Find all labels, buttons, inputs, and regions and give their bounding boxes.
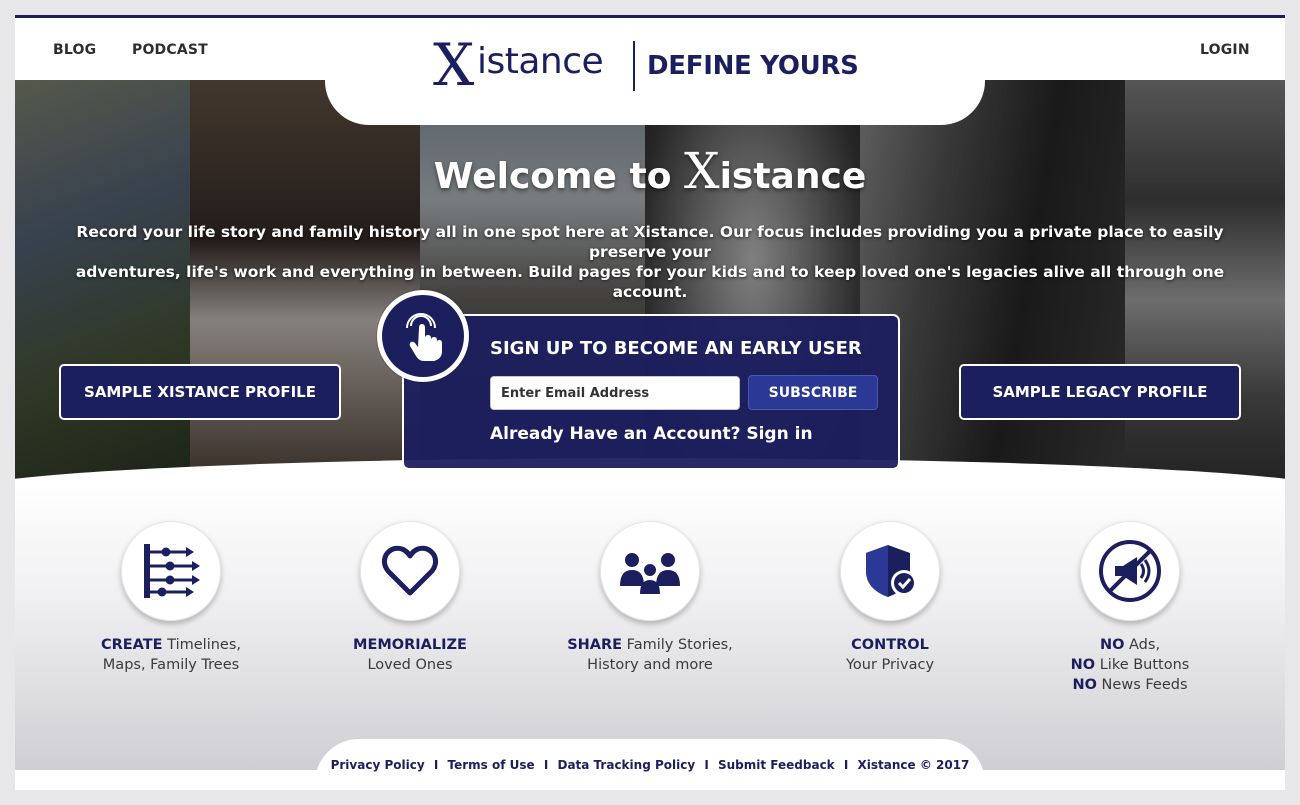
copyright: Xistance © 2017 xyxy=(857,758,970,772)
welcome-prefix: Welcome to xyxy=(433,156,684,197)
no-ads-icon xyxy=(1099,540,1161,602)
welcome-word: istance xyxy=(719,156,867,197)
signup-panel: SIGN UP TO BECOME AN EARLY USER SUBSCRIB… xyxy=(402,314,900,470)
privacy-shield-icon xyxy=(866,545,917,597)
sample-legacy-profile-button[interactable]: SAMPLE LEGACY PROFILE xyxy=(959,364,1241,420)
footer-separator: I xyxy=(433,758,439,772)
nav-login[interactable]: LOGIN xyxy=(1200,42,1250,58)
sample-xistance-profile-button[interactable]: SAMPLE XISTANCE PROFILE xyxy=(59,364,341,420)
tap-hand-icon xyxy=(382,295,464,377)
feature-create: CREATE Timelines, Maps, Family Trees xyxy=(51,521,291,675)
logo-mark: X xyxy=(433,31,475,99)
sign-in-link[interactable]: Already Have an Account? Sign in xyxy=(490,424,813,444)
data-tracking-policy-link[interactable]: Data Tracking Policy xyxy=(557,758,695,772)
intro-line-2: adventures, life's work and everything i… xyxy=(75,263,1225,301)
feature-no-ads-badge[interactable] xyxy=(1080,521,1180,621)
privacy-policy-link[interactable]: Privacy Policy xyxy=(331,758,425,772)
footer-separator: I xyxy=(704,758,709,772)
feature-control: CONTROL Your Privacy xyxy=(770,521,1010,675)
welcome-heading: Welcome to Xistance xyxy=(15,142,1285,200)
email-input[interactable] xyxy=(490,376,740,410)
feature-memorialize-badge[interactable] xyxy=(360,521,460,621)
feature-no-ads: NO Ads, NO Like Buttons NO News Feeds xyxy=(1010,521,1250,695)
submit-feedback-link[interactable]: Submit Feedback xyxy=(718,758,835,772)
logo-wordmark: istance xyxy=(477,41,604,82)
family-icon xyxy=(620,553,680,594)
feature-share-badge[interactable] xyxy=(600,521,700,621)
feature-control-text: CONTROL Your Privacy xyxy=(845,637,935,673)
feature-share-text: SHARE Family Stories, History and more xyxy=(567,637,733,673)
logo-tagline: DEFINE YOURS xyxy=(647,51,859,81)
header-tab xyxy=(325,80,985,125)
welcome-x: X xyxy=(683,142,720,200)
logo-divider xyxy=(633,41,635,91)
nav-blog[interactable]: BLOG xyxy=(53,42,96,58)
feature-memorialize-text: MEMORIALIZE Loved Ones xyxy=(353,637,467,673)
page-frame: Welcome to Xistance Record your life sto… xyxy=(15,15,1285,790)
subscribe-button[interactable]: SUBSCRIBE xyxy=(748,375,878,410)
tap-icon-badge xyxy=(377,290,469,382)
feature-no-ads-text: NO Ads, NO Like Buttons NO News Feeds xyxy=(1070,637,1190,693)
intro-text: Record your life story and family histor… xyxy=(45,222,1255,302)
footer-separator: I xyxy=(843,758,849,772)
top-rule xyxy=(15,15,1285,18)
heart-icon xyxy=(381,545,439,596)
intro-line-1: Record your life story and family histor… xyxy=(76,223,1224,261)
terms-of-use-link[interactable]: Terms of Use xyxy=(448,758,535,772)
feature-create-badge[interactable] xyxy=(121,521,221,621)
hero: Welcome to Xistance Record your life sto… xyxy=(15,80,1285,480)
signup-title: SIGN UP TO BECOME AN EARLY USER xyxy=(490,338,862,359)
feature-create-text: CREATE Timelines, Maps, Family Trees xyxy=(100,637,242,673)
footer-separator: I xyxy=(543,758,549,772)
footer-links: Privacy Policy I Terms of Use I Data Tra… xyxy=(15,758,1285,772)
nav-podcast[interactable]: PODCAST xyxy=(132,42,208,58)
feature-memorialize: MEMORIALIZE Loved Ones xyxy=(290,521,530,675)
footer-bottom-strip xyxy=(15,770,1285,790)
timeline-icon xyxy=(144,544,200,598)
feature-share: SHARE Family Stories, History and more xyxy=(530,521,770,675)
feature-control-badge[interactable] xyxy=(840,521,940,621)
